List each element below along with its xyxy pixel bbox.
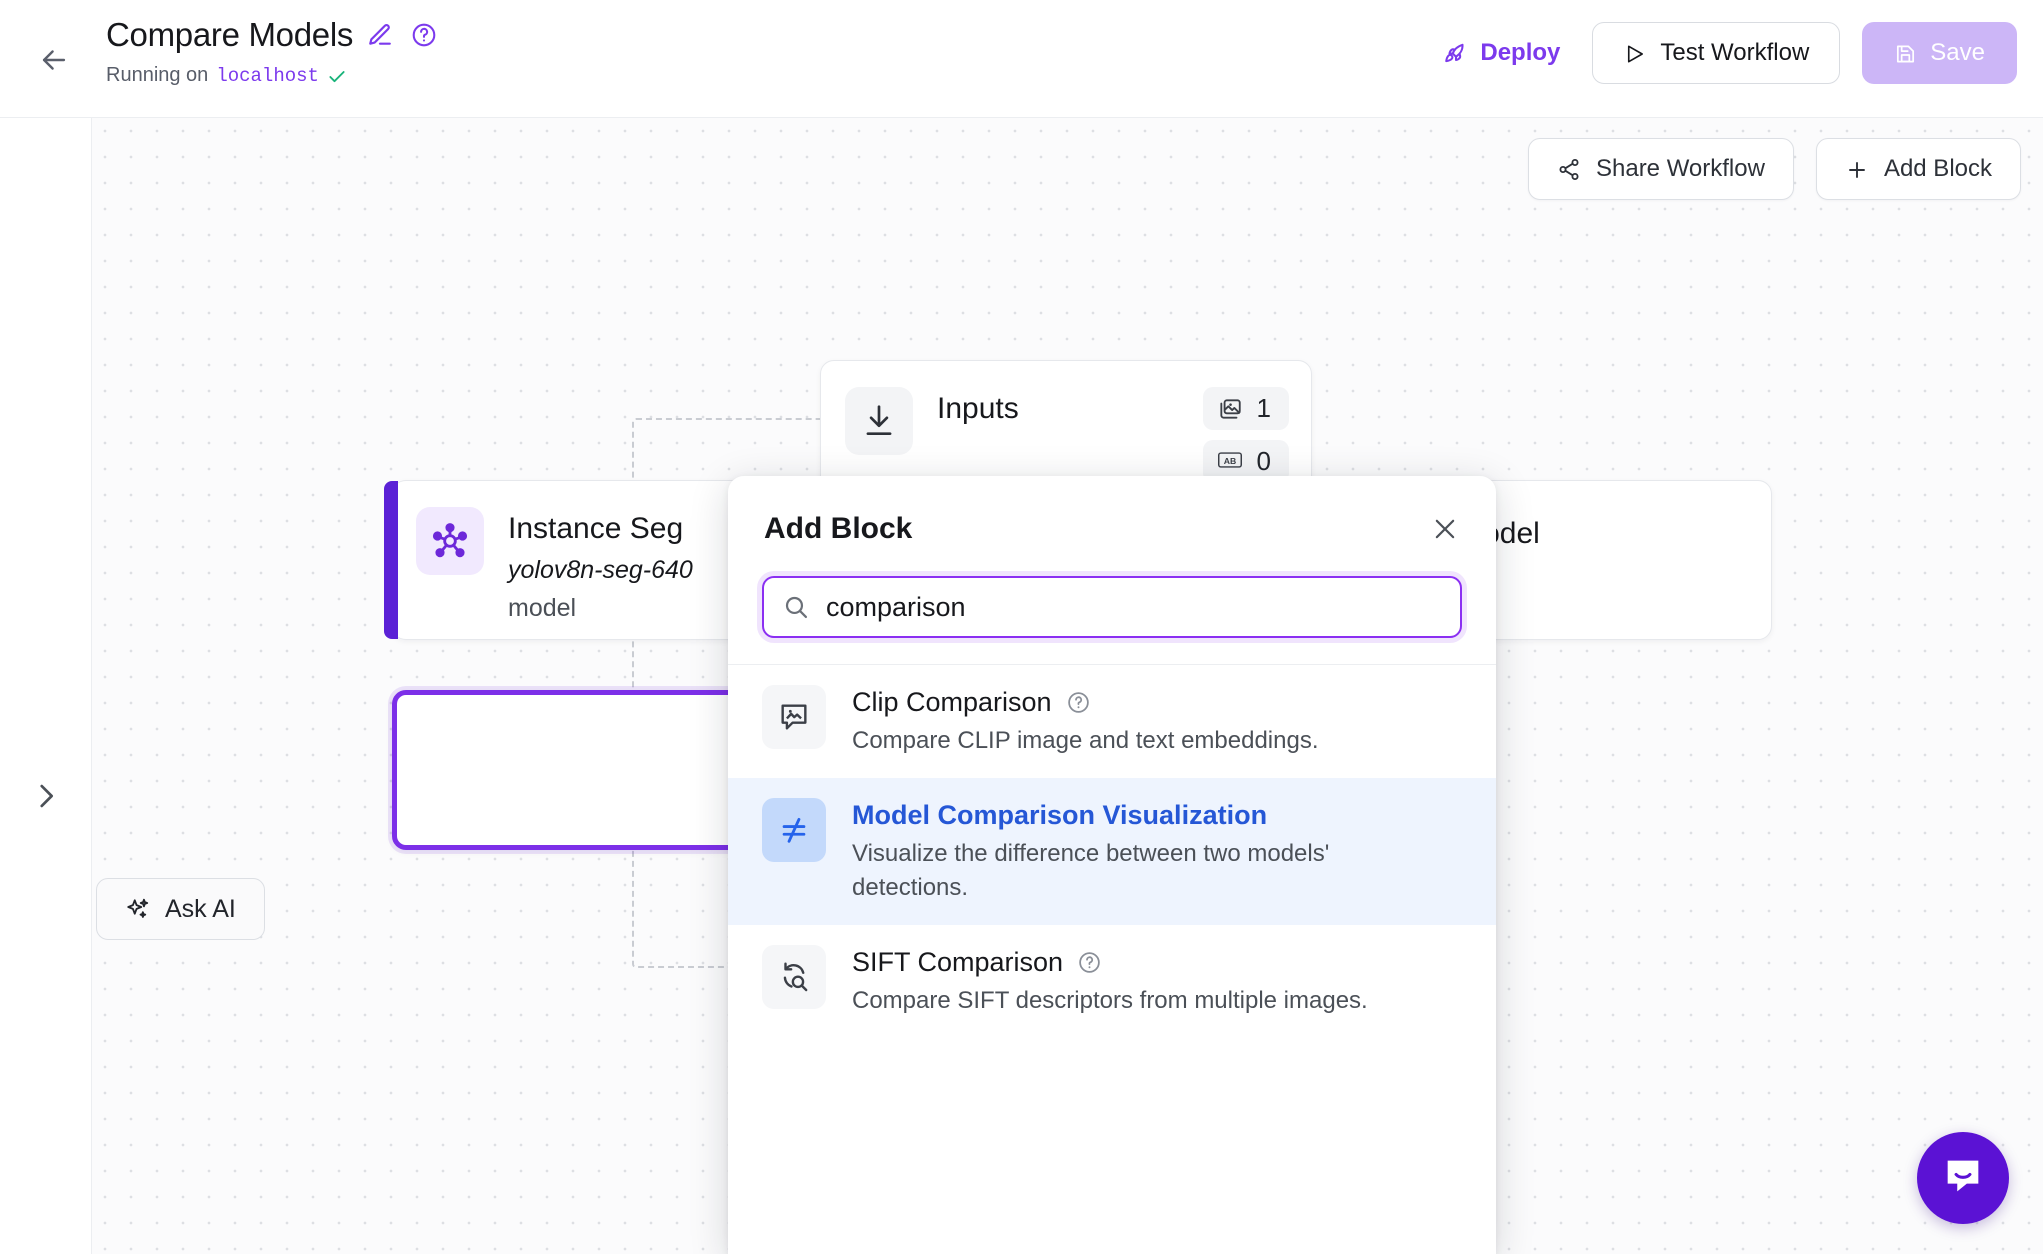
add-block-button[interactable]: Add Block: [1815, 138, 2021, 200]
close-icon[interactable]: [1426, 510, 1464, 548]
modal-title: Add Block: [764, 512, 913, 545]
add-block-modal: Add Block Clip Comparison: [728, 476, 1496, 1254]
sparkle-icon: [125, 896, 151, 922]
block-results-list: Clip Comparison Compare CLIP image and t…: [728, 664, 1496, 1038]
save-button[interactable]: Save: [1862, 22, 2017, 84]
search-icon: [782, 593, 810, 621]
image-icon: [1217, 396, 1243, 422]
badge-image-count: 1: [1202, 387, 1289, 430]
result-title: Clip Comparison: [852, 687, 1052, 717]
check-icon: [327, 66, 347, 86]
node-inputs-badges: 1 AB 0: [1202, 387, 1289, 483]
play-icon: [1623, 42, 1646, 65]
status-host: localhost: [216, 64, 319, 87]
add-block-label: Add Block: [1883, 155, 1992, 182]
result-description: Compare SIFT descriptors from multiple i…: [852, 987, 1368, 1014]
help-circle-icon[interactable]: [1077, 950, 1102, 975]
expand-sidebar-button[interactable]: [26, 776, 66, 816]
image-message-icon: [762, 685, 826, 749]
help-circle-icon[interactable]: [1066, 690, 1091, 715]
model-graph-icon: [416, 507, 484, 575]
workflow-builder-page: Compare Models Running on localhost Depl…: [0, 0, 2043, 1254]
deploy-label: Deploy: [1480, 39, 1561, 66]
share-nodes-icon: [1557, 157, 1581, 181]
result-clip-comparison[interactable]: Clip Comparison Compare CLIP image and t…: [728, 665, 1496, 778]
result-title: SIFT Comparison: [852, 947, 1064, 977]
share-workflow-label: Share Workflow: [1595, 155, 1765, 182]
back-button[interactable]: [30, 38, 78, 82]
rocket-icon: [1443, 40, 1469, 66]
result-description: Visualize the difference between two mod…: [852, 840, 1330, 901]
search-input[interactable]: [764, 591, 1460, 623]
node-accent-bar: [384, 481, 398, 639]
node-segmentation-kind: model: [508, 594, 577, 622]
node-inputs-title: Inputs: [937, 392, 1019, 425]
modal-header: Add Block: [728, 476, 1496, 546]
svg-text:AB: AB: [1223, 455, 1236, 465]
header-actions: Deploy Test Workflow Save: [1433, 22, 2017, 84]
ask-ai-label: Ask AI: [165, 894, 236, 923]
save-label: Save: [1930, 39, 1985, 66]
result-description: Compare CLIP image and text embeddings.: [852, 727, 1319, 754]
result-sift-comparison[interactable]: SIFT Comparison Compare SIFT descriptors…: [728, 925, 1496, 1038]
block-search-field[interactable]: [762, 576, 1462, 638]
status-prefix: Running on: [106, 64, 209, 86]
page-title: Compare Models: [106, 16, 354, 53]
not-equals-icon: [762, 798, 826, 862]
node-segmentation-title: Instance Seg: [508, 512, 684, 545]
ask-ai-button[interactable]: Ask AI: [96, 878, 265, 940]
deploy-button[interactable]: Deploy: [1433, 31, 1570, 75]
text-ab-icon: AB: [1217, 449, 1243, 475]
chat-bubble-icon: [1940, 1153, 1986, 1204]
share-workflow-button[interactable]: Share Workflow: [1527, 138, 1794, 200]
result-model-comparison-visualization[interactable]: Model Comparison Visualization Visualize…: [728, 778, 1496, 925]
title-block: Compare Models Running on localhost: [106, 14, 437, 87]
badge-text-value: 0: [1256, 446, 1271, 476]
help-circle-icon[interactable]: [411, 22, 437, 48]
plus-icon: [1845, 157, 1869, 181]
download-arrow-icon: [845, 387, 913, 455]
test-workflow-label: Test Workflow: [1660, 39, 1810, 66]
save-disk-icon: [1894, 42, 1917, 65]
left-rail: [0, 118, 92, 1254]
badge-image-value: 1: [1256, 393, 1271, 423]
canvas-toolbar: Share Workflow Add Block: [1527, 138, 2021, 200]
node-segmentation-subtitle: yolov8n-seg-640: [508, 556, 693, 584]
pencil-icon[interactable]: [367, 22, 393, 48]
result-title: Model Comparison Visualization: [852, 800, 1268, 830]
refresh-search-icon: [762, 945, 826, 1009]
chat-launcher-button[interactable]: [1917, 1132, 2009, 1224]
app-header: Compare Models Running on localhost Depl…: [0, 0, 2043, 118]
test-workflow-button[interactable]: Test Workflow: [1592, 22, 1841, 84]
